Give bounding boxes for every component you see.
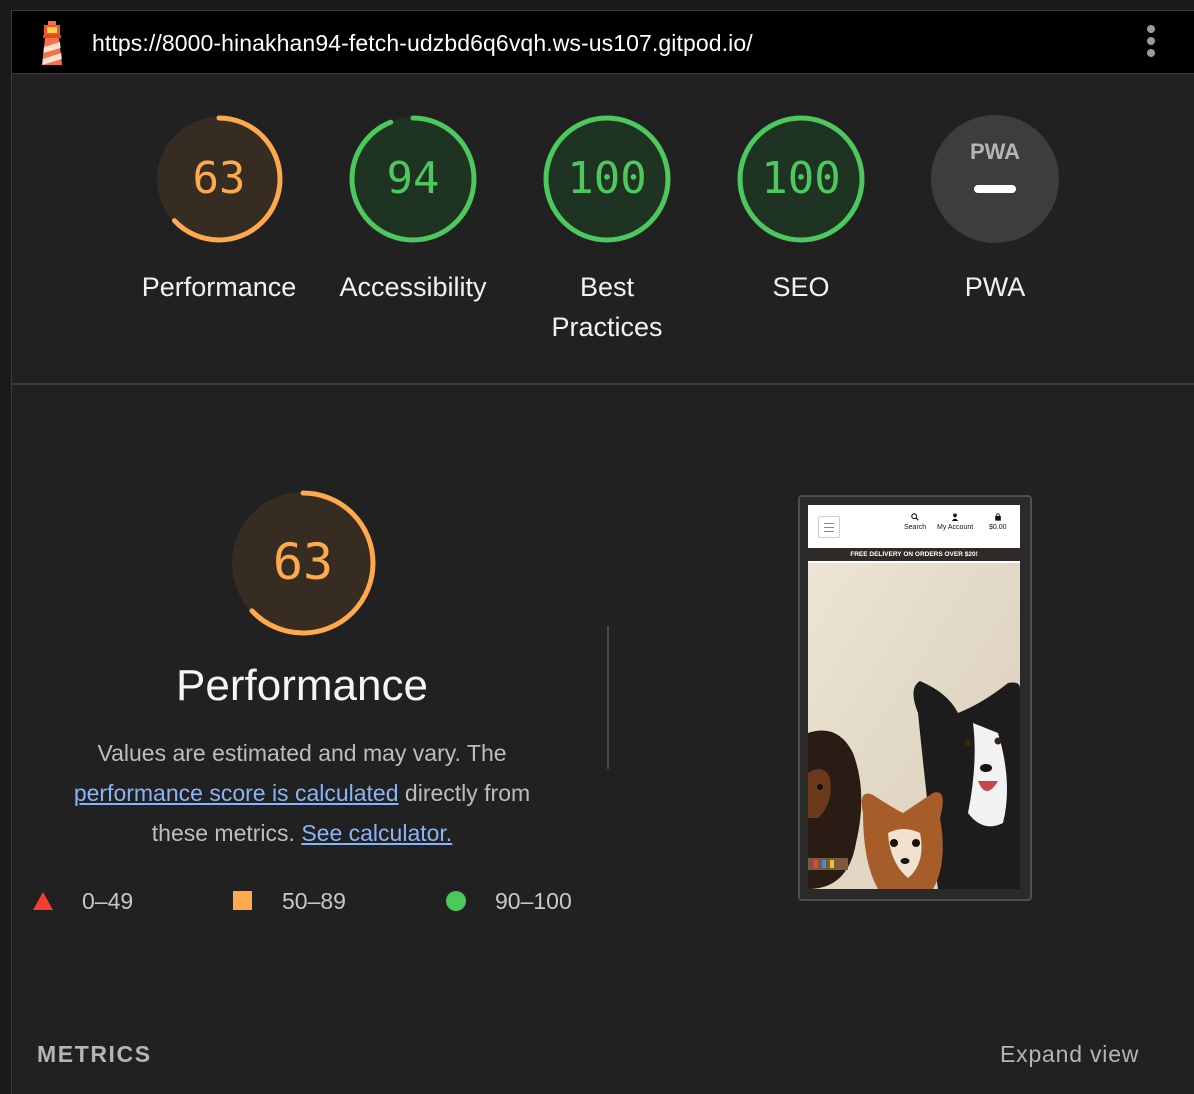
gauge-accessibility-score: 94 bbox=[387, 153, 440, 204]
performance-description: Values are estimated and may vary. The p… bbox=[52, 733, 552, 853]
section-divider bbox=[12, 383, 1194, 385]
more-options-icon[interactable] bbox=[1144, 25, 1158, 61]
performance-detail-score: 63 bbox=[273, 533, 333, 591]
gauge-performance[interactable]: 63 Performance bbox=[129, 113, 309, 307]
final-screenshot-thumbnail[interactable]: Search My Account $0.00 FREE DELIVERY ON… bbox=[798, 495, 1032, 901]
site-nav-cart: $0.00 bbox=[989, 513, 1007, 531]
average-square-icon bbox=[233, 891, 252, 910]
site-nav-account: My Account bbox=[937, 513, 973, 531]
gauge-performance-label: Performance bbox=[141, 272, 297, 302]
site-nav-search: Search bbox=[904, 513, 926, 531]
report-topbar: https://8000-hinakhan94-fetch-udzbd6q6vq… bbox=[12, 11, 1194, 74]
fail-triangle-icon bbox=[33, 892, 53, 910]
lighthouse-logo-icon bbox=[42, 21, 62, 65]
gauge-performance-score: 63 bbox=[193, 153, 246, 204]
performance-title: Performance bbox=[176, 661, 428, 710]
legend-fail-label: 0–49 bbox=[82, 888, 134, 914]
lighthouse-report: https://8000-hinakhan94-fetch-udzbd6q6vq… bbox=[11, 10, 1194, 1094]
screenshot-page: Search My Account $0.00 FREE DELIVERY ON… bbox=[808, 505, 1020, 889]
gauge-best-practices-score: 100 bbox=[567, 153, 646, 204]
performance-desc-text-1: Values are estimated and may vary. The bbox=[97, 740, 507, 766]
expand-view-toggle[interactable]: Expand view bbox=[1000, 1041, 1139, 1068]
performance-score-link[interactable]: performance score is calculated bbox=[74, 780, 399, 806]
site-header: Search My Account $0.00 bbox=[808, 505, 1020, 548]
hamburger-menu-icon bbox=[818, 516, 840, 538]
site-nav-account-label: My Account bbox=[937, 524, 974, 531]
gauge-accessibility-ring: 94 bbox=[349, 115, 477, 243]
gauge-best-practices[interactable]: 100 Best Practices bbox=[517, 113, 697, 347]
site-nav-search-label: Search bbox=[904, 524, 927, 531]
gauge-seo-ring: 100 bbox=[737, 115, 865, 243]
gauge-performance-ring: 63 bbox=[155, 115, 283, 243]
see-calculator-link[interactable]: See calculator. bbox=[301, 820, 452, 846]
site-nav-cart-label: $0.00 bbox=[989, 524, 1007, 531]
gauge-accessibility-label: Accessibility bbox=[339, 272, 487, 302]
cart-bag-icon bbox=[994, 513, 1001, 521]
gauge-best-practices-ring: 100 bbox=[543, 115, 671, 243]
vertical-divider bbox=[607, 626, 609, 769]
gauge-seo-score: 100 bbox=[761, 153, 840, 204]
delivery-banner: FREE DELIVERY ON ORDERS OVER $20! bbox=[808, 548, 1020, 561]
hero-dogs-image bbox=[808, 563, 1020, 889]
legend-average-label: 50–89 bbox=[282, 888, 346, 914]
gauge-seo[interactable]: 100 SEO bbox=[711, 113, 891, 307]
gauge-accessibility[interactable]: 94 Accessibility bbox=[323, 113, 503, 307]
performance-detail-gauge: 63 bbox=[230, 490, 376, 636]
pwa-badge-icon: PWA bbox=[931, 115, 1059, 243]
gauge-seo-label: SEO bbox=[772, 272, 830, 302]
metrics-heading: METRICS bbox=[37, 1041, 152, 1067]
pwa-badge-text: PWA bbox=[970, 139, 1020, 164]
legend-pass-label: 90–100 bbox=[495, 888, 572, 914]
report-url[interactable]: https://8000-hinakhan94-fetch-udzbd6q6vq… bbox=[92, 30, 753, 57]
gauge-pwa[interactable]: PWA PWA bbox=[905, 113, 1085, 307]
gauge-pwa-label: PWA bbox=[964, 272, 1026, 302]
pass-circle-icon bbox=[446, 891, 466, 911]
user-icon bbox=[951, 513, 959, 521]
search-icon bbox=[911, 513, 919, 521]
gauge-best-practices-label: Best Practices bbox=[551, 272, 663, 342]
